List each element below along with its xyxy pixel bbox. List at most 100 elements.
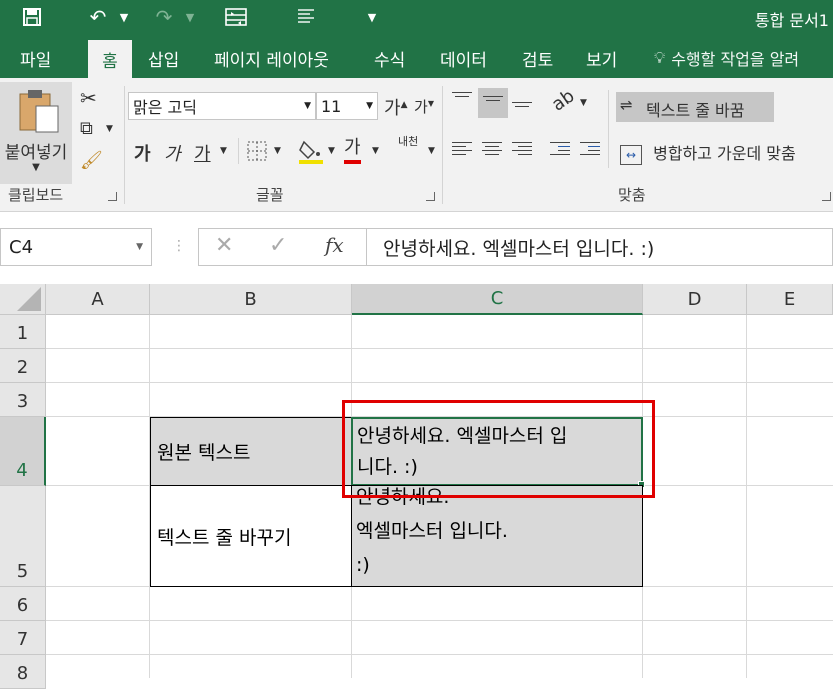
column-header-a[interactable]: A [46,284,150,315]
cut-icon[interactable]: ✂ [80,86,97,110]
orientation-dropdown-icon[interactable]: ▼ [580,98,587,108]
tell-me-text: 수행할 작업을 알려 [671,50,800,69]
font-size-value: 11 [321,96,342,116]
shrink-font-button[interactable]: 가▼ [414,96,434,117]
middle-align-button[interactable] [478,88,508,118]
font-launcher-icon[interactable] [426,192,435,201]
tab-file[interactable]: 파일 [10,38,61,78]
merge-center-button[interactable]: ↔ 병합하고 가운데 맞춤 [620,140,796,165]
increase-indent-icon[interactable] [580,142,600,164]
cancel-icon[interactable]: ✕ [215,233,233,258]
tab-formulas[interactable]: 수식 [364,38,415,78]
cell-b5[interactable]: 텍스트 줄 바꾸기 [150,485,352,587]
row-header-2[interactable]: 2 [0,349,46,383]
undo-dropdown-icon[interactable]: ▼ [116,4,132,30]
column-header-c[interactable]: C [352,284,643,315]
font-size-select[interactable]: 11 ▼ [316,92,378,120]
save-icon[interactable] [18,4,46,30]
separator [124,86,125,204]
undo-icon[interactable]: ↶ [84,4,112,30]
row-header-4[interactable]: 4 [0,417,46,486]
clipboard-group-label: 클립보드 [8,186,64,204]
paste-dropdown-icon[interactable]: ▼ [0,162,72,173]
chevron-down-icon[interactable]: ▼ [136,242,143,252]
row-header-6[interactable]: 6 [0,587,46,621]
column-header-e[interactable]: E [747,284,833,315]
wrap-text-label: 텍스트 줄 바꿈 [646,101,745,120]
clipboard-launcher-icon[interactable] [108,192,117,201]
borders-dropdown-icon[interactable]: ▼ [274,146,281,156]
row-header-3[interactable]: 3 [0,383,46,417]
format-painter-icon[interactable]: 🖌︎ [80,150,103,171]
font-color-button[interactable]: 가 [344,136,361,164]
phonetic-label: 내천 [398,135,419,148]
underline-button[interactable]: 가 [194,140,211,166]
column-header-d[interactable]: D [643,284,747,315]
wrap-text-button[interactable]: ⇌ 텍스트 줄 바꿈 [616,92,774,122]
gridline [46,348,833,349]
tab-data[interactable]: 데이터 [430,38,497,78]
paste-button[interactable]: 붙여넣기 ▼ [0,82,72,184]
name-box-value: C4 [9,236,34,258]
tab-page-layout[interactable]: 페이지 레이아웃 [204,38,339,78]
tab-review[interactable]: 검토 [512,38,563,78]
tell-me-box[interactable]: 💡︎ 수행할 작업을 알려 [644,38,809,78]
align-center-icon[interactable] [482,142,502,164]
cell-c5[interactable]: 안녕하세요. 엑셀마스터 입니다. :) [351,485,643,587]
chevron-down-icon: ▼ [366,101,373,111]
font-family-select[interactable]: 맑은 고딕 ▼ [128,92,316,120]
merge-center-label: 병합하고 가운데 맞춤 [653,144,796,163]
fill-color-icon[interactable] [298,138,324,170]
alignment-launcher-icon[interactable] [822,192,831,201]
redo-icon[interactable]: ↷ [150,4,178,30]
borders-icon[interactable] [246,140,268,166]
align-left-icon[interactable] [452,142,472,164]
row-header-7[interactable]: 7 [0,621,46,655]
decrease-indent-icon[interactable] [550,142,570,164]
copy-dropdown-icon[interactable]: ▼ [106,124,113,134]
paste-label: 붙여넣기 [4,143,68,163]
tab-view[interactable]: 보기 [576,38,627,78]
drag-handle-icon[interactable]: ⋮ [172,238,186,254]
grow-font-button[interactable]: 가▲ [384,94,407,120]
italic-button[interactable]: 가 [164,140,181,166]
ribbon-tabs: 파일 홈 삽입 페이지 레이아웃 수식 데이터 검토 보기 💡︎ 수행할 작업을… [0,36,833,78]
column-header-b[interactable]: B [150,284,352,315]
redo-dropdown-icon[interactable]: ▼ [182,4,198,30]
phonetic-guide-button[interactable]: 내천 [398,136,418,148]
underline-dropdown-icon[interactable]: ▼ [220,146,227,156]
top-align-icon[interactable] [452,92,472,106]
select-all-button[interactable] [0,284,46,315]
tab-insert[interactable]: 삽입 [138,38,189,78]
formula-input[interactable]: 안녕하세요. 엑셀마스터 입니다. :) [366,228,833,266]
copy-icon[interactable]: ⧉ [80,118,93,139]
cell-b4[interactable]: 원본 텍스트 [150,417,352,486]
paste-icon [19,90,59,133]
bold-button[interactable]: 가 [134,140,151,166]
align-icon[interactable] [292,4,320,30]
bottom-align-icon[interactable] [512,102,532,116]
font-color-dropdown-icon[interactable]: ▼ [372,146,379,156]
tab-home[interactable]: 홈 [88,40,132,78]
row-header-5[interactable]: 5 [0,486,46,587]
row-header-1[interactable]: 1 [0,315,46,349]
font-family-value: 맑은 고딕 [133,98,197,117]
insert-function-icon[interactable]: fx [325,233,344,257]
separator [442,86,443,204]
form-icon[interactable] [222,4,250,30]
gridline [46,382,833,383]
gridline [746,315,747,678]
name-box[interactable]: C4 ▼ [0,228,152,266]
align-right-icon[interactable] [512,142,532,164]
lightbulb-icon: 💡︎ [654,48,666,67]
gridline [46,654,833,655]
customize-qat-icon[interactable]: ▼ [364,4,380,30]
enter-icon[interactable]: ✓ [269,233,287,258]
cell-c5-line3: :) [356,554,370,576]
row-header-8[interactable]: 8 [0,655,46,689]
middle-align-icon [483,96,503,110]
orientation-icon[interactable]: ab [548,85,578,115]
fill-color-dropdown-icon[interactable]: ▼ [328,146,335,156]
phonetic-dropdown-icon[interactable]: ▼ [428,146,435,156]
cell-b4-text: 원본 텍스트 [157,442,251,464]
